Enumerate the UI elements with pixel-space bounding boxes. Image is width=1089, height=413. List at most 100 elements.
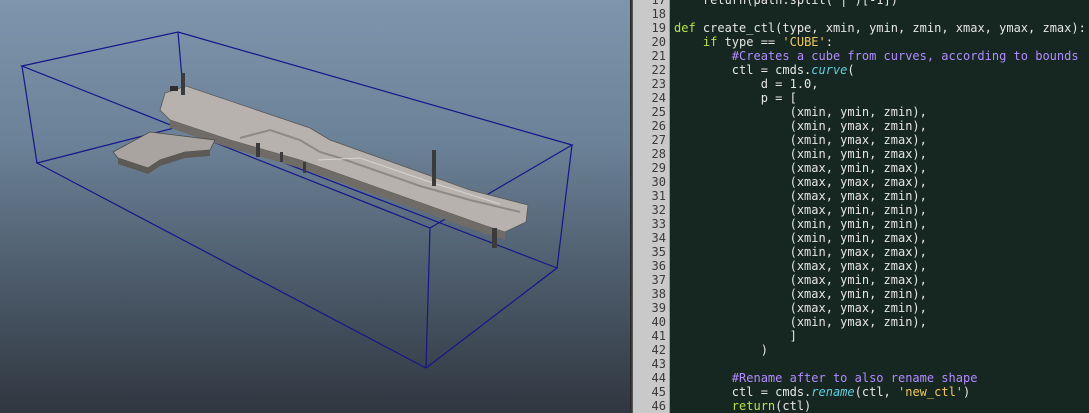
line-number: 18 [651, 7, 666, 21]
code-token: return [731, 399, 776, 413]
code-token: type == [717, 35, 783, 49]
code-line[interactable]: ctl = cmds.rename(ctl, 'new_ctl') [670, 385, 1089, 399]
code-token: rename [811, 385, 855, 399]
code-token: : [825, 35, 833, 49]
3d-viewport[interactable] [0, 0, 630, 413]
code-line[interactable]: (xmax, ymin, zmax), [670, 273, 1089, 287]
viewport-scene [19, 31, 574, 369]
code-token: ( [847, 63, 855, 77]
code-token: (ctl, [854, 385, 898, 399]
code-token: if [702, 35, 718, 49]
code-line[interactable]: (xmin, ymax, zmax), [670, 133, 1089, 147]
line-number: 45 [651, 385, 666, 399]
code-token: 'CUBE' [782, 35, 826, 49]
maya-workspace: 17 18 19 20 21 22 23 24 25 26 27 28 29 30 31 32 33 34 35 36… [0, 0, 1089, 413]
line-number: 40 [651, 315, 666, 329]
code-token: (xmin, ymin, zmin), [674, 105, 927, 119]
code-token: (xmax, ymin, zmax), [674, 161, 927, 175]
code-line[interactable]: (xmin, ymax, zmin), [670, 119, 1089, 133]
pier-model[interactable] [112, 73, 529, 248]
pier-deck-side [170, 120, 505, 240]
bounding-box-edge [556, 144, 573, 269]
code-line[interactable] [670, 357, 1089, 371]
line-number: 29 [651, 161, 666, 175]
code-token: (xmax, ymin, zmax), [674, 273, 927, 287]
line-number: 28 [651, 147, 666, 161]
code-line[interactable]: (xmax, ymin, zmax), [670, 161, 1089, 175]
code-line[interactable]: #Creates a cube from curves, according t… [670, 49, 1089, 63]
code-line[interactable]: (xmax, ymin, zmin), [670, 203, 1089, 217]
code-line[interactable]: return(ctl) [670, 399, 1089, 413]
code-line[interactable]: (xmax, ymin, zmin), [670, 287, 1089, 301]
code-line[interactable]: (xmax, ymax, zmax), [670, 175, 1089, 189]
line-number: 25 [651, 105, 666, 119]
code-token: #Creates a cube from curves, according t… [674, 49, 1079, 63]
line-number: 44 [651, 371, 666, 385]
code-token: (xmin, ymin, zmax), [674, 147, 927, 161]
line-number: 36 [651, 259, 666, 273]
pier-post [303, 162, 306, 173]
code-token: ) [674, 343, 768, 357]
line-number: 23 [651, 77, 666, 91]
pier-post [432, 150, 436, 186]
line-number: 38 [651, 287, 666, 301]
code-token: (xmin, ymax, zmax), [674, 133, 927, 147]
code-line[interactable]: (xmin, ymin, zmin), [670, 217, 1089, 231]
code-line[interactable]: (xmax, ymax, zmin), [670, 189, 1089, 203]
code-token: (xmin, ymin, zmax), [674, 231, 927, 245]
code-token: (xmax, ymin, zmin), [674, 287, 927, 301]
line-number: 20 [651, 35, 666, 49]
line-number: 46 [651, 399, 666, 413]
code-token: ctl = cmds. [674, 385, 812, 399]
code-token: (xmin, ymax, zmax), [674, 245, 927, 259]
pier-post [181, 73, 185, 95]
code-line[interactable]: #Rename after to also rename shape [670, 371, 1089, 385]
code-line[interactable]: ctl = cmds.curve( [670, 63, 1089, 77]
code-line[interactable]: (xmin, ymin, zmax), [670, 147, 1089, 161]
pier-post [280, 152, 283, 162]
code-line[interactable]: p = [ [670, 91, 1089, 105]
line-number: 42 [651, 343, 666, 357]
line-number: 24 [651, 91, 666, 105]
line-number: 31 [651, 189, 666, 203]
code-line[interactable]: (xmin, ymin, zmin), [670, 105, 1089, 119]
line-number: 34 [651, 231, 666, 245]
code-token: (xmin, ymin, zmin), [674, 217, 927, 231]
code-line[interactable]: return(path.split('|')[-1]) [670, 0, 1089, 7]
code-token: p = [ [674, 91, 797, 105]
code-line[interactable] [670, 7, 1089, 21]
code-area[interactable]: return(path.split('|')[-1]) def create_ct… [670, 0, 1089, 413]
code-line[interactable]: d = 1.0, [670, 77, 1089, 91]
code-line[interactable]: (xmax, ymax, zmin), [670, 301, 1089, 315]
code-token: return(path.split('|')[-1]) [674, 0, 898, 7]
line-number: 21 [651, 49, 666, 63]
code-line[interactable]: (xmin, ymin, zmax), [670, 231, 1089, 245]
code-token: ) [963, 385, 971, 399]
line-number: 35 [651, 245, 666, 259]
line-number: 30 [651, 175, 666, 189]
code-token: 'new_ctl' [898, 385, 964, 399]
code-line[interactable]: (xmin, ymax, zmin), [670, 315, 1089, 329]
code-line[interactable]: def create_ctl(type, xmin, ymin, zmin, x… [670, 21, 1089, 35]
line-number: 26 [651, 119, 666, 133]
line-number: 32 [651, 203, 666, 217]
line-number: 37 [651, 273, 666, 287]
line-number: 19 [651, 21, 666, 35]
line-number: 17 [651, 0, 666, 7]
code-token: ctl = cmds. [674, 63, 812, 77]
code-token: d = 1.0, [674, 77, 819, 91]
line-number: 33 [651, 217, 666, 231]
code-line[interactable]: (xmin, ymax, zmax), [670, 245, 1089, 259]
script-editor[interactable]: 17 18 19 20 21 22 23 24 25 26 27 28 29 30 31 32 33 34 35 36… [633, 0, 1089, 413]
pier-post [170, 86, 178, 91]
code-line[interactable]: if type == 'CUBE': [670, 35, 1089, 49]
code-line[interactable]: (xmax, ymax, zmax), [670, 259, 1089, 273]
code-line[interactable]: ) [670, 343, 1089, 357]
line-number-gutter: 17 18 19 20 21 22 23 24 25 26 27 28 29 30 31 32 33 34 35 36… [633, 0, 670, 413]
line-number: 27 [651, 133, 666, 147]
code-token: (ctl) [775, 399, 812, 413]
code-line[interactable]: ] [670, 329, 1089, 343]
code-token: (xmax, ymax, zmin), [674, 301, 927, 315]
